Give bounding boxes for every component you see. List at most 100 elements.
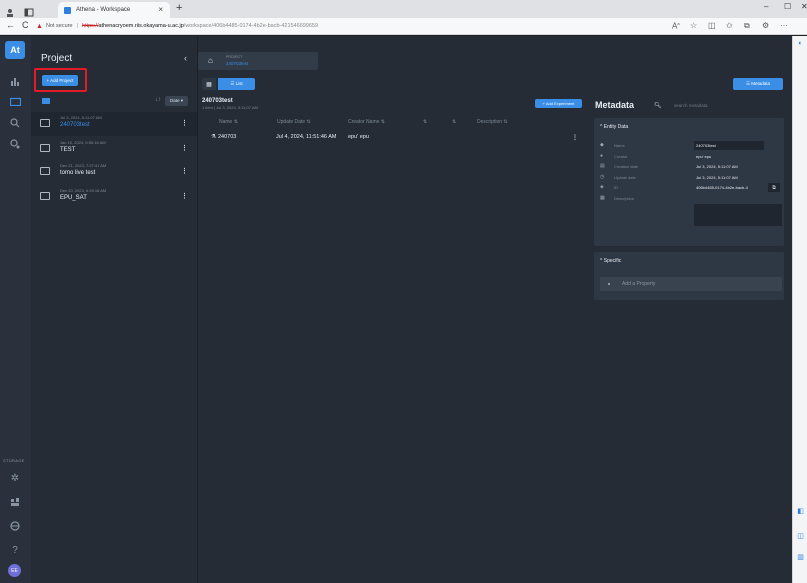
project-list-toolbar: ↓↑ Date ▾: [31, 96, 197, 108]
folder-icon: [40, 167, 50, 175]
specific-header[interactable]: ^ Specific: [600, 258, 621, 264]
tab-close-icon[interactable]: ×: [158, 5, 163, 14]
experiments-header: 240703test 1 item | Jul 3, 2024, 5:11:07…: [202, 98, 258, 110]
sort-direction-icon[interactable]: ↓↑: [155, 97, 161, 103]
column-header-sort[interactable]: ⇅: [423, 119, 427, 125]
meta-field-id: ◈ ID 406b4485-0174-4b2e-bacb-4 ⧉: [600, 183, 782, 193]
network-icon[interactable]: ✲: [6, 470, 24, 486]
address-bar: ← C ▲ Not secure | https:// athenacryoem…: [0, 18, 807, 35]
url-host: athenacryoem.riis.okayama-u.ac.jp: [98, 23, 184, 29]
column-header-creator[interactable]: Creator Name ⇅: [348, 119, 385, 125]
url-scheme: https://: [81, 23, 99, 29]
search-icon[interactable]: [6, 115, 24, 131]
list-view-icon[interactable]: [42, 98, 50, 104]
project-menu-icon[interactable]: ⋮: [181, 167, 188, 175]
home-icon[interactable]: ⌂: [208, 56, 213, 65]
column-header-name[interactable]: Name ⇅: [219, 119, 238, 125]
project-menu-icon[interactable]: ⋮: [181, 144, 188, 152]
column-header-description[interactable]: Description ⇅: [477, 119, 508, 125]
metadata-toggle-button[interactable]: ☰ Metadata: [733, 78, 783, 90]
experiments-subtitle: 1 item | Jul 3, 2024, 5:11:07 AM: [202, 105, 258, 110]
workspaces-icon[interactable]: [24, 4, 34, 17]
project-name: EPU_SAT: [60, 195, 87, 201]
field-label: ID: [614, 185, 618, 190]
experiments-title: 240703test: [202, 98, 233, 104]
experiment-creator: epu' epu: [348, 134, 369, 140]
description-icon: ▦: [600, 195, 605, 201]
minimize-button[interactable]: –: [764, 2, 768, 11]
nav-rail: At STORAGE ✲ ? EE: [0, 36, 31, 583]
help-icon[interactable]: ?: [6, 542, 24, 558]
calendar-icon: ▤: [600, 163, 605, 169]
column-header-sort[interactable]: ⇅: [452, 119, 456, 125]
profile-icon[interactable]: [6, 4, 16, 17]
chart-icon[interactable]: [6, 73, 24, 89]
project-name: TEST: [60, 147, 76, 153]
field-value: Jul 3, 2024, 5:11:07 AM: [696, 175, 738, 180]
project-date: Dec 21, 2023, 7:27:41 AM: [60, 163, 107, 168]
favorites-bar-icon[interactable]: ✩: [726, 21, 733, 30]
copilot-icon[interactable]: ◐: [796, 39, 805, 48]
collapse-panel-icon[interactable]: ‹: [184, 53, 187, 63]
project-item[interactable]: Dec 21, 2023, 7:27:41 AM tomo live test …: [31, 160, 197, 184]
project-item[interactable]: Jan 10, 2024, 6:55:18 AM TEST ⋮: [31, 137, 197, 161]
metadata-search-input[interactable]: [674, 100, 784, 111]
field-value: epu' epu: [696, 154, 712, 159]
entity-data-card: ^ Entity Data ◆ Name 240703test ● Creato…: [594, 118, 784, 246]
specific-card: ^ Specific Add a Property: [594, 252, 784, 300]
url-separator: |: [76, 23, 78, 29]
close-window-button[interactable]: ✕: [801, 2, 807, 11]
copy-icon[interactable]: ⧉: [768, 183, 780, 192]
add-experiment-button[interactable]: + Add Experiment: [535, 99, 582, 108]
table-row[interactable]: ⚗ 240703 Jul 4, 2024, 11:51:46 AM epu' e…: [198, 134, 588, 144]
split-screen-icon[interactable]: ◫: [796, 531, 805, 540]
column-header-update-date[interactable]: Update Date ⇅: [277, 119, 311, 125]
globe-icon[interactable]: [6, 518, 24, 534]
jobs-icon[interactable]: [6, 136, 24, 152]
sort-select[interactable]: Date ▾: [165, 96, 188, 106]
favorite-icon[interactable]: ☆: [690, 21, 697, 30]
entity-data-header[interactable]: ^ Entity Data: [600, 124, 628, 130]
project-date: Dec 20, 2023, 6:59:16 AM: [60, 188, 107, 193]
tools-icon[interactable]: [6, 494, 24, 510]
project-date: Jul 3, 2024, 5:11:07 AM: [60, 115, 102, 120]
project-item[interactable]: Dec 20, 2023, 6:59:16 AM EPU_SAT ⋮: [31, 185, 197, 209]
field-value: 406b4485-0174-4b2e-bacb-4: [696, 185, 748, 190]
back-button[interactable]: ←: [6, 20, 15, 30]
user-avatar[interactable]: EE: [8, 564, 21, 577]
split-icon[interactable]: ◫: [708, 21, 716, 30]
warning-icon: ▲: [36, 22, 43, 30]
description-field[interactable]: [694, 204, 782, 226]
tab-title: Athena - Workspace: [76, 7, 131, 13]
project-panel-title: Project: [41, 53, 73, 64]
id-icon: ◈: [600, 184, 604, 190]
browser-tab[interactable]: Athena - Workspace ×: [58, 2, 170, 18]
url-field[interactable]: ▲ Not secure | https:// athenacryoem.rii…: [36, 20, 646, 32]
project-menu-icon[interactable]: ⋮: [181, 119, 188, 127]
new-tab-button[interactable]: +: [176, 2, 182, 14]
read-aloud-icon[interactable]: Aa: [672, 21, 680, 31]
collections-icon[interactable]: ⧉: [744, 21, 750, 31]
extensions-icon[interactable]: ⚙: [762, 21, 769, 30]
meta-field-description: ▦ Description: [600, 195, 782, 204]
field-value: Jul 3, 2024, 5:11:07 AM: [696, 164, 738, 169]
list-view-button[interactable]: ☰ List: [218, 78, 255, 90]
field-label: Description: [614, 196, 635, 201]
maximize-button[interactable]: ☐: [784, 2, 791, 11]
browser-sidebar: ◐ ◧ ◫ ▥: [792, 36, 807, 583]
athena-logo[interactable]: At: [5, 41, 25, 59]
add-property-button[interactable]: Add a Property: [600, 277, 782, 291]
row-menu-icon[interactable]: ⋮: [572, 134, 578, 141]
folder-icon: [40, 119, 50, 127]
project-panel: Project ‹ + Add Project ↓↑ Date ▾ Jul 3,…: [31, 36, 198, 583]
add-project-button[interactable]: + Add Project: [42, 75, 78, 86]
grid-view-button[interactable]: ▦: [202, 78, 216, 90]
more-icon[interactable]: ···: [780, 21, 788, 30]
sidebar-layout-icon[interactable]: ▥: [796, 552, 805, 561]
project-item[interactable]: Jul 3, 2024, 5:11:07 AM 240703test ⋮: [31, 112, 197, 136]
sidebar-panel-icon[interactable]: ◧: [796, 506, 805, 515]
project-menu-icon[interactable]: ⋮: [181, 192, 188, 200]
folder-icon[interactable]: [6, 93, 24, 109]
breadcrumb[interactable]: ⌂ PROJECT 240703test: [198, 52, 318, 70]
reload-button[interactable]: C: [22, 20, 29, 30]
